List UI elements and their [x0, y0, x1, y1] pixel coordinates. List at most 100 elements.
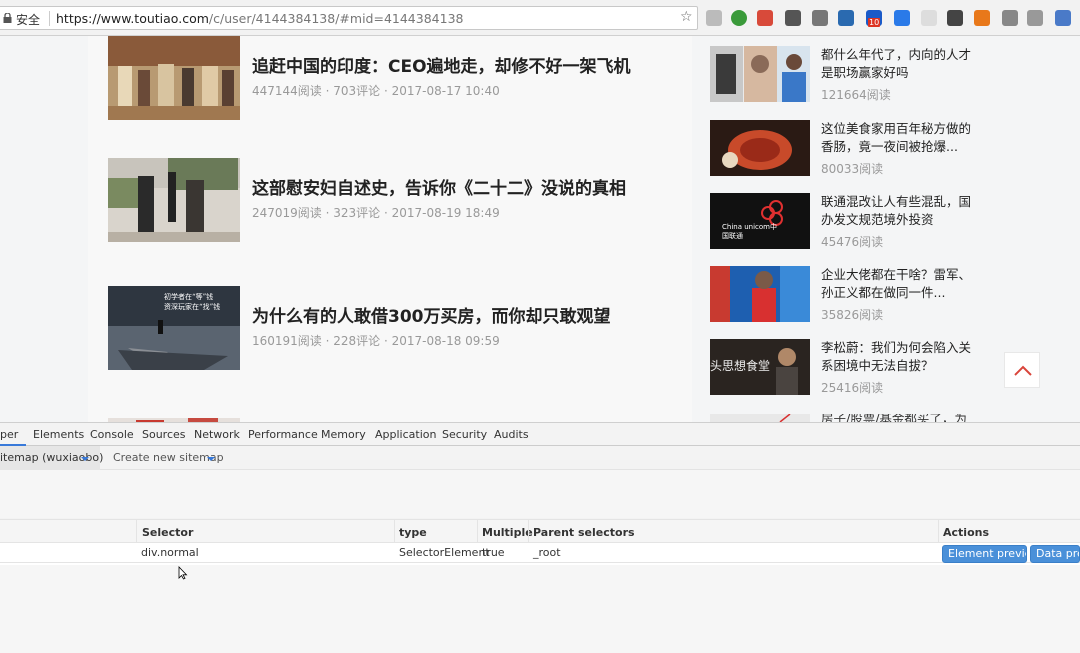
data-preview-button[interactable]: Data previ [1030, 545, 1080, 563]
sidebar-thumbnail[interactable] [710, 266, 810, 322]
chevron-up-icon [1014, 365, 1032, 376]
article-meta: 247019阅读 · 323评论 · 2017-08-19 18:49 [252, 206, 500, 220]
sidebar-title[interactable]: 都什么年代了，内向的人才是职场赢家好吗 [821, 46, 971, 82]
table-row[interactable]: div.normal SelectorElement true _root El… [0, 543, 1080, 563]
tab-memory[interactable]: Memory [321, 428, 366, 441]
header-parent-selectors: Parent selectors [533, 526, 635, 539]
url-path: /c/user/4144384138/#mid=4144384138 [208, 11, 464, 26]
article-list: 追赶中国的印度：CEO遍地走，却修不好一架飞机 447144阅读 · 703评论… [88, 36, 692, 422]
cell-type: SelectorElement [399, 546, 490, 559]
sidebar-recommendations: 都什么年代了，内向的人才是职场赢家好吗 121664阅读 这位美食家用百年秘方做… [692, 36, 982, 422]
empty-area [0, 565, 1080, 653]
element-preview-button[interactable]: Element preview [942, 545, 1027, 563]
selector-table: Selector type Multiple Parent selectors … [0, 519, 1080, 565]
sidebar-title[interactable]: 企业大佬都在干啥？雷军、孙正义都在做同一件... [821, 266, 971, 302]
article-meta: 160191阅读 · 228评论 · 2017-08-18 09:59 [252, 334, 500, 348]
sidebar-title[interactable]: 联通混改让人有些混乱，国办发文规范境外投资 [821, 193, 971, 229]
cell-parent: _root [533, 546, 561, 559]
sidebar-item[interactable]: 都什么年代了，内向的人才是职场赢家好吗 121664阅读 [710, 46, 972, 104]
tab-network[interactable]: Network [194, 428, 240, 441]
sidebar-item[interactable]: 头思想食堂 李松蔚：我们为何会陷入关系困境中无法自拔？ 25416阅读 [710, 339, 972, 397]
url-separator [49, 11, 50, 26]
sidebar-thumbnail[interactable] [710, 46, 810, 102]
sidebar-reads: 80033阅读 [821, 162, 884, 176]
flower-icon[interactable] [974, 10, 990, 26]
header-type: type [399, 526, 427, 539]
article-item[interactable]: 初学者在“等”钱 资深玩家在“找”钱 为什么有的人敢借300万买房，而你却只敢观… [108, 286, 668, 370]
secure-label: 安全 [16, 13, 41, 27]
sidebar-item[interactable]: 企业大佬都在干啥？雷军、孙正义都在做同一件... 35826阅读 [710, 266, 972, 324]
article-thumbnail[interactable] [108, 36, 240, 120]
s-icon[interactable] [838, 10, 854, 26]
sitemap-bar: itemap (wuxiaobo) Create new sitemap [0, 446, 1080, 470]
article-title[interactable]: 追赶中国的印度：CEO遍地走，却修不好一架飞机 [252, 52, 631, 77]
tab-elements[interactable]: Elements [33, 428, 84, 441]
page-content: 追赶中国的印度：CEO遍地走，却修不好一架飞机 447144阅读 · 703评论… [0, 36, 1080, 422]
header-actions: Actions [943, 526, 989, 539]
header-selector: Selector [142, 526, 194, 539]
sitemap-dropdown[interactable]: itemap (wuxiaobo) [0, 446, 103, 470]
tab-web-scraper[interactable]: per [0, 428, 18, 441]
table-header: Selector type Multiple Parent selectors … [0, 519, 1080, 543]
tab-sources[interactable]: Sources [142, 428, 186, 441]
article-thumbnail[interactable]: 初学者在“等”钱 资深玩家在“找”钱 [108, 286, 240, 370]
article-thumbnail[interactable] [108, 158, 240, 242]
sidebar-thumbnail[interactable] [710, 120, 810, 176]
hand-icon[interactable] [785, 10, 801, 26]
circle-icon[interactable] [731, 10, 747, 26]
devtools-panel: per Elements Console Sources Network Per… [0, 422, 1080, 653]
sidebar-thumbnail[interactable]: China unicom中国联通 [710, 193, 810, 249]
address-bar[interactable]: 安全 https://www.toutiao.com/c/user/414438… [0, 6, 698, 30]
cross-icon[interactable] [757, 10, 773, 26]
dots-icon[interactable] [1027, 10, 1043, 26]
camera-icon[interactable] [1002, 10, 1018, 26]
lock-icon [3, 13, 12, 23]
globe-icon[interactable] [1055, 10, 1071, 26]
thumb-text: 初学者在“等”钱 资深玩家在“找”钱 [164, 293, 221, 311]
box-icon[interactable] [812, 10, 828, 26]
shield-icon[interactable] [706, 10, 722, 26]
article-item[interactable]: 这部慰安妇自述史，告诉你《二十二》没说的真相 247019阅读 · 323评论 … [108, 158, 668, 242]
mouse-cursor-icon [178, 566, 188, 580]
tab-security[interactable]: Security [442, 428, 487, 441]
cell-multiple: true [482, 546, 505, 559]
url-text[interactable]: https://www.toutiao.com/c/user/414438413… [56, 11, 463, 26]
thumb-text: 头思想食堂 [710, 359, 771, 373]
tab-performance[interactable]: Performance [248, 428, 318, 441]
header-multiple: Multiple [482, 526, 533, 539]
badge-icon[interactable]: 10 [866, 10, 882, 27]
tab-console[interactable]: Console [90, 428, 134, 441]
empty-area [0, 470, 1080, 518]
sidebar-reads: 25416阅读 [821, 381, 884, 395]
sidebar-title[interactable]: 这位美食家用百年秘方做的香肠，竟一夜间被抢爆... [821, 120, 971, 156]
sidebar-thumbnail[interactable]: 头思想食堂 [710, 339, 810, 395]
pocket-icon[interactable] [947, 10, 963, 26]
sidebar-item[interactable]: 房子/股票/基金都买了，为 [710, 414, 972, 422]
extension-badge: 10 [868, 18, 881, 27]
article-meta: 447144阅读 · 703评论 · 2017-08-17 10:40 [252, 84, 500, 98]
browser-toolbar: 安全 https://www.toutiao.com/c/user/414438… [0, 0, 1080, 36]
sidebar-item[interactable]: 这位美食家用百年秘方做的香肠，竟一夜间被抢爆... 80033阅读 [710, 120, 972, 178]
back-to-top-button[interactable] [1004, 352, 1040, 388]
article-thumbnail[interactable] [108, 413, 240, 422]
screen: 安全 https://www.toutiao.com/c/user/414438… [0, 0, 1080, 653]
sidebar-reads: 121664阅读 [821, 88, 891, 102]
article-title[interactable]: 为什么有的人敢借300万买房，而你却只敢观望 [252, 302, 611, 327]
article-title[interactable]: 这部慰安妇自述史，告诉你《二十二》没说的真相 [252, 174, 626, 199]
tab-application[interactable]: Application [375, 428, 436, 441]
doc-icon[interactable] [921, 10, 937, 26]
chevron-down-icon [207, 457, 215, 461]
square-icon[interactable] [894, 10, 910, 26]
tab-audits[interactable]: Audits [494, 428, 529, 441]
cell-selector: div.normal [141, 546, 199, 559]
chevron-down-icon [81, 457, 89, 461]
sidebar-title[interactable]: 李松蔚：我们为何会陷入关系困境中无法自拔？ [821, 339, 971, 375]
sidebar-reads: 45476阅读 [821, 235, 884, 249]
article-item[interactable]: 追赶中国的印度：CEO遍地走，却修不好一架飞机 447144阅读 · 703评论… [108, 36, 668, 120]
bookmark-star-icon[interactable]: ☆ [680, 9, 693, 25]
sidebar-title[interactable]: 房子/股票/基金都买了，为 [821, 414, 967, 422]
sidebar-item[interactable]: China unicom中国联通 联通混改让人有些混乱，国办发文规范境外投资 4… [710, 193, 972, 251]
unicom-logo-text: China unicom中国联通 [722, 223, 777, 240]
devtools-tab-bar: per Elements Console Sources Network Per… [0, 423, 1080, 446]
sidebar-reads: 35826阅读 [821, 308, 884, 322]
